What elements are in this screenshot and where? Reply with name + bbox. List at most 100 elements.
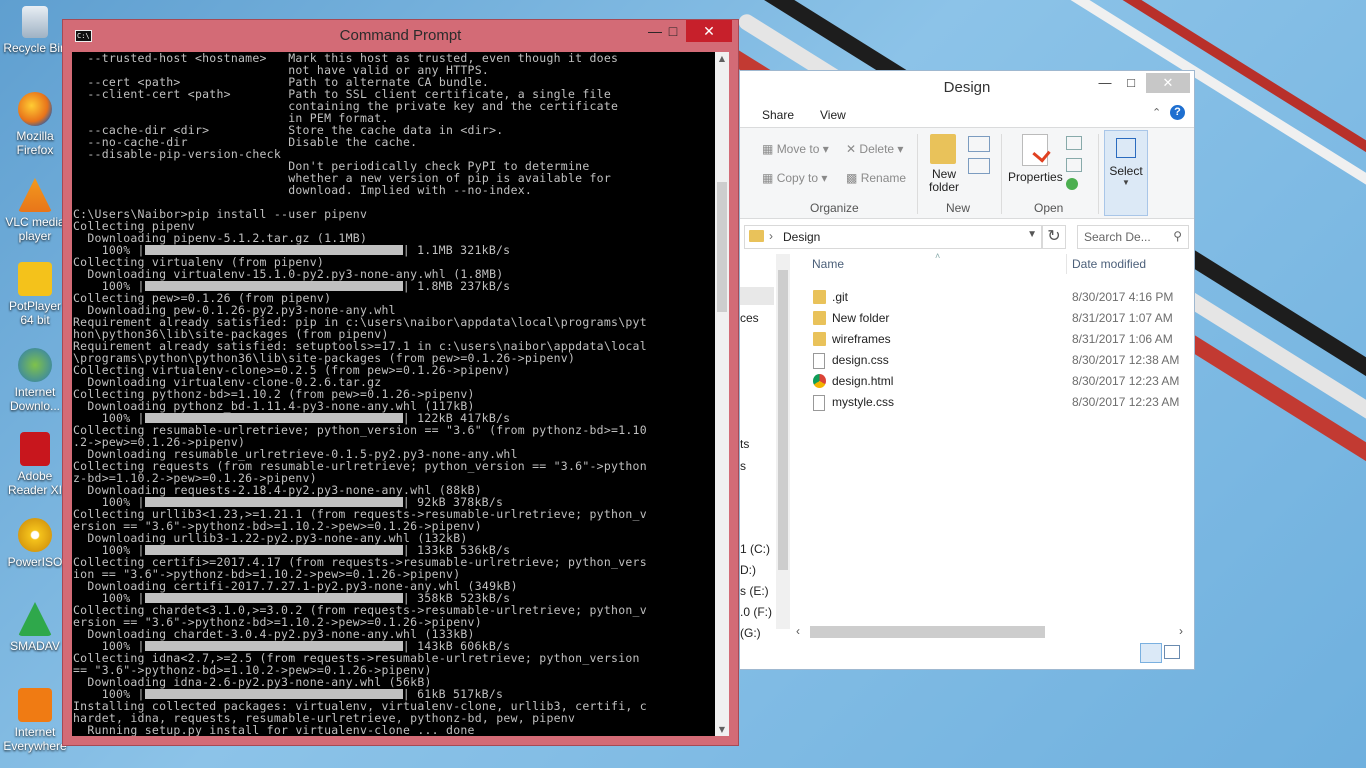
ribbon-tabs: Share View ⌃ ? (740, 104, 1194, 126)
desktop-icon-potplayer[interactable]: PotPlayer 64 bit (2, 262, 68, 327)
file-row[interactable]: wireframes 8/31/2017 1:06 AM (810, 329, 1180, 349)
ribbon-group-open: Open (1034, 201, 1064, 215)
nav-item[interactable]: ces (740, 311, 759, 325)
progress-bar (144, 281, 403, 291)
rename-label: Rename (860, 171, 907, 185)
poweriso-icon (18, 518, 52, 552)
chevron-down-icon[interactable]: ▼ (1027, 229, 1037, 240)
scroll-down-icon[interactable]: ▼ (715, 725, 729, 734)
scroll-left-icon[interactable]: ‹ (796, 624, 800, 638)
ribbon-collapse-icon[interactable]: ⌃ (1152, 106, 1161, 119)
scroll-up-icon[interactable]: ▲ (715, 54, 729, 63)
file-row[interactable]: .git 8/30/2017 4:16 PM (810, 287, 1180, 307)
nav-item[interactable]: s (740, 459, 746, 473)
file-name: design.css (832, 353, 889, 367)
adobe-reader-icon (20, 432, 50, 466)
ribbon: ▦ Move to ▾ ▦ Copy to ▾ ✕ Delete ▾ ▩ Ren… (740, 127, 1194, 219)
search-box[interactable]: Search De... ⚲ (1077, 225, 1189, 249)
properties-button[interactable]: Properties (1008, 170, 1063, 184)
maximize-button[interactable]: □ (1116, 73, 1146, 93)
file-date: 8/30/2017 12:38 AM (1072, 353, 1180, 367)
progress-bar (144, 245, 403, 255)
file-row[interactable]: design.html 8/30/2017 12:23 AM (810, 371, 1180, 391)
console-line: Downloading idna-2.6-py2.py3-none-any.wh… (73, 675, 432, 689)
close-button[interactable]: ✕ (686, 20, 732, 42)
chevron-down-icon: ▼ (1122, 178, 1130, 187)
desktop-icon-smadav[interactable]: SMADAV (2, 602, 68, 653)
new-item-icon[interactable] (968, 136, 990, 152)
console-output[interactable]: --trusted-host <hostname> Mark this host… (72, 52, 715, 736)
desktop-icon-adobe-reader[interactable]: Adobe Reader XI (2, 432, 68, 497)
scrollbar-thumb[interactable] (778, 270, 788, 570)
scroll-right-icon[interactable]: › (1179, 624, 1183, 638)
maximize-button[interactable]: □ (657, 20, 689, 42)
folder-icon (813, 290, 826, 304)
easy-access-icon[interactable] (968, 158, 990, 174)
move-to-button[interactable]: ▦ Move to ▾ (762, 142, 829, 156)
cmd-scrollbar[interactable]: ▲ ▼ (715, 52, 729, 736)
file-row[interactable]: mystyle.css 8/30/2017 12:23 AM (810, 392, 1180, 412)
select-button[interactable]: Select ▼ (1104, 130, 1148, 216)
tab-share[interactable]: Share (762, 108, 794, 122)
nav-item[interactable]: 1 (C:) (740, 542, 770, 556)
address-text: Design (783, 230, 821, 244)
desktop-icon-poweriso[interactable]: PowerISO (2, 518, 68, 569)
folder-icon (749, 230, 764, 242)
horizontal-scrollbar[interactable]: ‹ › (792, 624, 1185, 640)
edit-icon[interactable] (1066, 158, 1082, 172)
open-icon[interactable] (1066, 136, 1082, 150)
scrollbar-thumb[interactable] (717, 182, 727, 312)
nav-item[interactable]: D:) (740, 563, 756, 577)
refresh-button[interactable]: ↻ (1042, 225, 1066, 249)
file-row[interactable]: New folder 8/31/2017 1:07 AM (810, 308, 1180, 328)
scrollbar-thumb[interactable] (810, 626, 1045, 638)
internet-everywhere-icon (18, 688, 52, 722)
file-row[interactable]: design.css 8/30/2017 12:38 AM (810, 350, 1180, 370)
details-view-icon[interactable] (1140, 643, 1162, 663)
copy-to-label: Copy to (776, 171, 819, 185)
css-file-icon (813, 395, 825, 411)
nav-scrollbar[interactable] (776, 254, 790, 629)
column-header-date[interactable]: Date modified (1072, 257, 1146, 271)
desktop-icon-firefox[interactable]: Mozilla Firefox (2, 92, 68, 157)
copy-to-button[interactable]: ▦ Copy to ▾ (762, 171, 827, 185)
column-header-name[interactable]: Name (812, 257, 844, 271)
nav-item[interactable]: s (E:) (740, 584, 769, 598)
tab-view[interactable]: View (820, 108, 846, 122)
help-icon[interactable]: ? (1170, 105, 1185, 120)
progress-bar (144, 641, 403, 651)
column-divider[interactable] (1066, 254, 1067, 274)
desktop-icon-recycle-bin[interactable]: Recycle Bin (2, 6, 68, 55)
chevron-right-icon: › (769, 229, 773, 243)
desktop-icon-internet-everywhere[interactable]: Internet Everywhere (2, 688, 68, 753)
cmd-titlebar[interactable]: C:\ Command Prompt — □ ✕ (63, 20, 738, 52)
nav-item[interactable]: ts (740, 437, 749, 451)
desktop-icon-label: Mozilla Firefox (16, 129, 54, 157)
nav-selected-item[interactable] (740, 287, 774, 305)
console-line: Downloading pipenv-5.1.2.tar.gz (1.1MB) (73, 231, 368, 245)
desktop-icon-label: SMADAV (10, 639, 60, 653)
history-icon[interactable] (1066, 178, 1078, 190)
search-icon: ⚲ (1173, 229, 1182, 243)
css-file-icon (813, 353, 825, 369)
delete-button[interactable]: ✕ Delete ▾ (846, 142, 903, 156)
address-bar[interactable]: › Design ▼ (744, 225, 1042, 249)
desktop-icon-label: Internet Downlo... (9, 385, 61, 413)
close-button[interactable]: ✕ (1146, 73, 1190, 93)
rename-button[interactable]: ▩ Rename (846, 171, 906, 185)
desktop-icon-idm[interactable]: Internet Downlo... (2, 348, 68, 413)
file-date: 8/31/2017 1:07 AM (1072, 311, 1173, 325)
folder-icon (813, 332, 826, 346)
chrome-icon (813, 374, 826, 388)
large-icons-view-icon[interactable] (1164, 645, 1180, 659)
desktop-icon-vlc[interactable]: VLC media player (2, 178, 68, 243)
sort-ascending-icon: ˄ (935, 251, 941, 261)
select-label: Select (1109, 164, 1143, 178)
nav-item[interactable]: (G:) (740, 626, 761, 640)
progress-bar (144, 689, 403, 699)
new-folder-button[interactable]: New folder (926, 168, 962, 194)
rename-icon: ▩ (846, 171, 858, 185)
search-input[interactable]: Search De... (1084, 230, 1151, 244)
nav-item[interactable]: .0 (F:) (740, 605, 772, 619)
explorer-titlebar[interactable]: Design — □ ✕ (740, 71, 1194, 103)
